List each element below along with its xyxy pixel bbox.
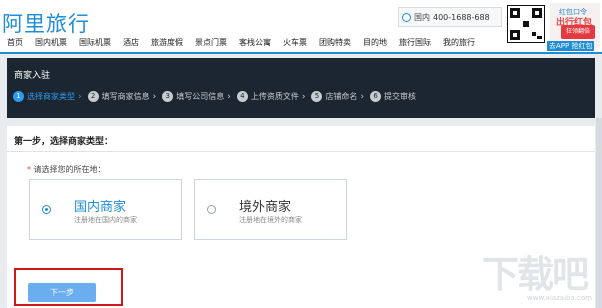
step-1: 1 选择商家类型 ›	[13, 91, 82, 102]
nav-item-my-trips[interactable]: 我的旅行	[436, 37, 480, 48]
step-number: 6	[370, 91, 382, 102]
phone-icon	[402, 12, 411, 22]
step-5: 5 店铺命名 ›	[311, 91, 364, 102]
option-domestic-merchant[interactable]: 国内商家 注册地在国内的商家	[29, 179, 182, 240]
step-4: 4 上传资质文件 ›	[236, 91, 306, 102]
hotline-number: 400-1688-688	[433, 12, 490, 22]
chevron-right-icon: ›	[227, 91, 231, 102]
site-logo[interactable]: 阿里旅行	[2, 8, 90, 38]
location-prompt: * 请选择您的所在地：	[27, 164, 106, 175]
step-label: 店铺命名	[325, 92, 358, 101]
panel-title: 商家入驻	[14, 71, 51, 81]
step-number: 3	[162, 91, 174, 102]
form-divider	[7, 151, 595, 152]
nav-item-hotels[interactable]: 酒店	[116, 37, 144, 48]
promo-caption[interactable]: 去APP 抢红包	[547, 41, 595, 51]
required-marker: *	[27, 165, 31, 174]
form-step-title: 第一步，选择商家类型：	[14, 137, 114, 147]
main-nav: 首页 国内机票 国际机票 酒店 旅游度假 景点门票 客栈公寓 火车票 团购特卖 …	[0, 37, 480, 48]
chevron-right-icon: ›	[152, 91, 157, 102]
nav-item-intl-travel[interactable]: 旅行国际	[392, 37, 436, 48]
top-header: 阿里旅行 国内 400-1688-688 红包口令 出行红包 狂领翻倍 600元…	[0, 0, 602, 54]
step-6: 6 提交审核	[370, 91, 416, 102]
option-overseas-merchant[interactable]: 境外商家 注册地在境外的商家	[194, 179, 347, 240]
option-subtitle: 注册地在国内的商家	[74, 216, 137, 224]
step-number: 4	[236, 91, 248, 102]
step-number: 5	[311, 91, 323, 102]
nav-item-intl-flights[interactable]: 国际机票	[72, 37, 116, 48]
nav-item-home[interactable]: 首页	[0, 37, 28, 48]
chevron-right-icon: ›	[360, 91, 365, 102]
radio-selected[interactable]	[42, 205, 51, 214]
option-title: 国内商家	[74, 200, 127, 215]
step-number: 2	[87, 91, 99, 102]
chevron-right-icon: ›	[78, 91, 82, 102]
watermark-text: 下载吧	[482, 253, 589, 296]
nav-item-trains[interactable]: 火车票	[276, 37, 312, 48]
step-number: 1	[13, 91, 24, 102]
step-2: 2 填写商家信息 ›	[87, 91, 157, 102]
step-3: 3 填写公司信息 ›	[162, 91, 231, 102]
nav-item-destinations[interactable]: 目的地	[356, 37, 392, 48]
nav-item-vacation[interactable]: 旅游度假	[144, 37, 188, 48]
radio-unselected[interactable]	[207, 205, 216, 214]
prompt-label: 请选择您的所在地：	[33, 165, 106, 174]
scrollbar[interactable]	[596, 118, 602, 308]
option-title: 境外商家	[239, 200, 292, 215]
step-label: 填写公司信息	[176, 92, 225, 101]
step-label: 填写商家信息	[101, 92, 150, 101]
hotline-box: 国内 400-1688-688	[398, 7, 502, 27]
nav-item-inns[interactable]: 客栈公寓	[232, 37, 276, 48]
hotline-region: 国内	[414, 12, 430, 22]
nav-divider	[0, 52, 602, 54]
annotation-highlight-box	[14, 268, 123, 306]
promo-badge: 狂领翻倍 600元红包	[561, 25, 595, 49]
merchant-steps-panel: 商家入驻 1 选择商家类型 › 2 填写商家信息 › 3 填写公司信息 › 4 …	[7, 58, 595, 118]
step-indicator: 1 选择商家类型 › 2 填写商家信息 › 3 填写公司信息 › 4 上传资质文…	[13, 91, 422, 102]
nav-item-domestic-flights[interactable]: 国内机票	[28, 37, 72, 48]
step-label: 提交审核	[384, 92, 417, 101]
nav-item-tickets[interactable]: 景点门票	[188, 37, 232, 48]
option-subtitle: 注册地在境外的商家	[239, 216, 302, 224]
step-label: 选择商家类型	[27, 92, 75, 101]
qr-code-icon	[507, 5, 545, 43]
chevron-right-icon: ›	[301, 91, 306, 102]
watermark-url: www.xiazaiba.com	[527, 294, 592, 302]
step-label: 上传资质文件	[250, 92, 299, 101]
nav-item-deals[interactable]: 团购特卖	[312, 37, 356, 48]
